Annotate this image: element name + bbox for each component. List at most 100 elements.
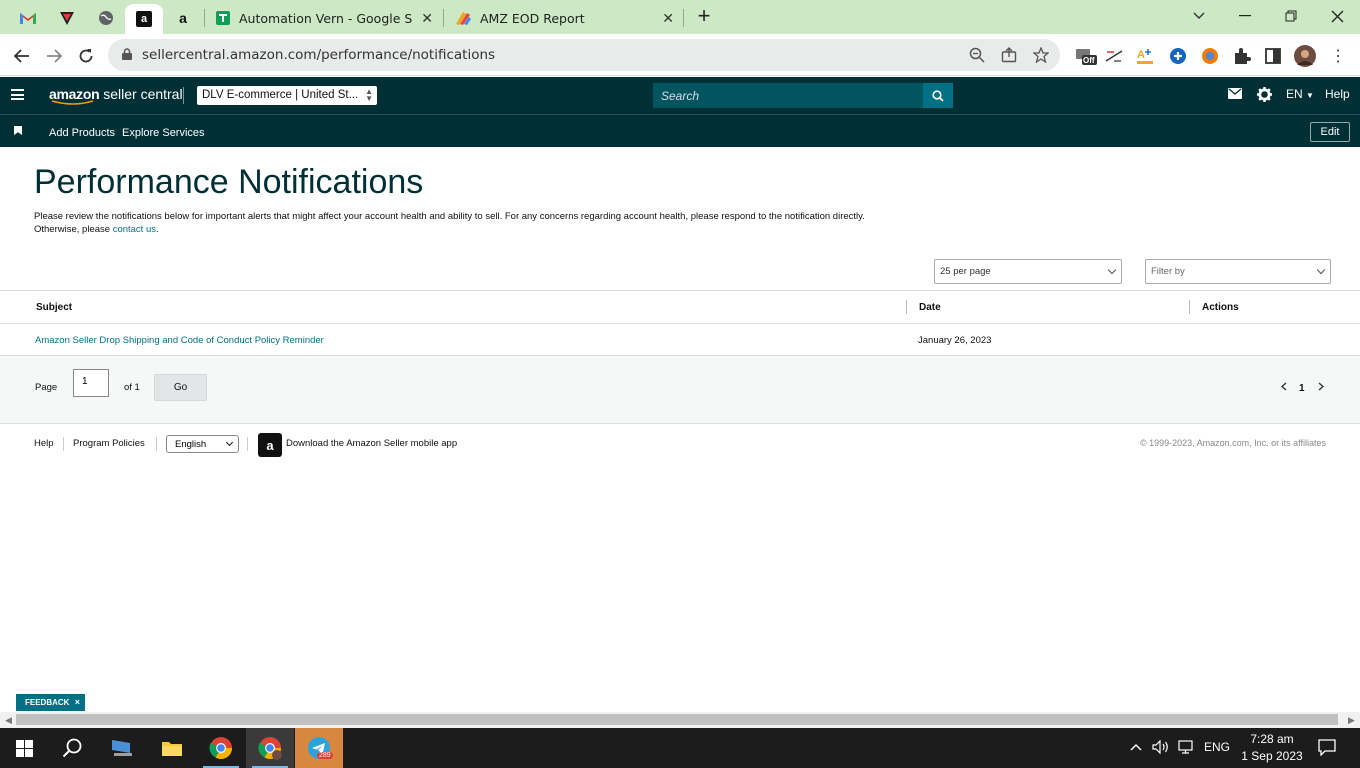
page-label: Page [35, 382, 58, 393]
seller-central-logo[interactable]: amazon seller central [49, 86, 183, 105]
address-bar[interactable]: sellercentral.amazon.com/performance/not… [108, 39, 1060, 71]
settings-gear-icon[interactable] [1257, 87, 1272, 105]
folder-icon [162, 742, 182, 756]
show-hidden-icons-chevron-icon[interactable] [1130, 740, 1142, 754]
helium-extension-icon[interactable] [1167, 45, 1189, 67]
url-text: sellercentral.amazon.com/performance/not… [142, 47, 496, 63]
chevron-down-icon [1316, 265, 1326, 275]
subject-header[interactable]: Subject [36, 302, 72, 313]
filter-select[interactable]: Filter by [1145, 259, 1331, 284]
zoom-icon[interactable] [968, 46, 986, 64]
google-sheets-icon [216, 11, 230, 25]
footer-help-link[interactable]: Help [34, 438, 54, 449]
language-code: EN [1286, 87, 1303, 101]
header-divider [183, 87, 184, 104]
feedback-button[interactable]: FEEDBACK × [16, 694, 85, 711]
scrollbar-thumb[interactable] [16, 714, 1338, 725]
notification-subject-link[interactable]: Amazon Seller Drop Shipping and Code of … [35, 335, 324, 346]
share-icon[interactable] [1000, 46, 1018, 64]
pinned-tab-2[interactable] [48, 4, 86, 32]
previous-page-icon[interactable] [1280, 382, 1287, 394]
date-header[interactable]: Date [919, 302, 941, 313]
actions-header: Actions [1202, 302, 1239, 313]
taskbar-chrome-2[interactable] [246, 728, 294, 768]
svg-text:A: A [1137, 49, 1145, 61]
contact-us-link[interactable]: contact us [113, 224, 156, 235]
footer-language-value: English [175, 439, 207, 450]
extension-off-badge: Off [1083, 56, 1095, 65]
next-page-icon[interactable] [1318, 382, 1325, 394]
restore-button[interactable] [1268, 0, 1314, 32]
bookmark-star-icon[interactable] [1032, 46, 1050, 64]
network-icon[interactable] [1178, 740, 1194, 757]
globe-icon [99, 11, 113, 25]
add-products-link[interactable]: Add Products [49, 127, 115, 139]
tab-title: AMZ EOD Report [480, 10, 585, 26]
scroll-left-arrow-icon[interactable]: ◀ [5, 715, 12, 726]
input-language[interactable]: ENG [1204, 740, 1230, 754]
start-button[interactable] [0, 728, 48, 768]
amazon-active-tab[interactable]: a [125, 4, 163, 34]
gmail-tab[interactable] [9, 4, 47, 32]
scroll-right-arrow-icon[interactable]: ▶ [1348, 715, 1355, 726]
of-pages-label: of 1 [124, 382, 140, 393]
hamburger-menu-icon[interactable] [11, 89, 24, 100]
explore-services-link[interactable]: Explore Services [122, 127, 205, 139]
taskbar-chrome-1[interactable] [197, 728, 245, 768]
search-button[interactable] [923, 83, 953, 108]
per-page-select[interactable]: 25 per page [934, 259, 1122, 284]
language-selector[interactable]: EN ▼ [1286, 87, 1314, 101]
program-policies-link[interactable]: Program Policies [73, 438, 145, 449]
keepa-extension-icon[interactable] [1199, 45, 1221, 67]
close-tab-icon[interactable]: ✕ [662, 10, 674, 27]
mail-icon[interactable] [1228, 88, 1242, 102]
footer-divider [63, 437, 64, 451]
pinned-tab-3[interactable] [87, 4, 125, 32]
bookmark-icon[interactable] [14, 126, 22, 135]
notification-center-icon[interactable] [1318, 739, 1336, 759]
caret-down-icon: ▼ [1306, 91, 1314, 100]
seller-search-input[interactable]: Search [653, 83, 923, 108]
taskbar-telegram[interactable]: 289 [295, 728, 343, 768]
taskbar-file-explorer[interactable] [148, 728, 196, 768]
download-app-link[interactable]: Download the Amazon Seller mobile app [286, 438, 457, 449]
tab-amz-eod-report[interactable]: AMZ EOD Report ✕ [444, 4, 684, 32]
account-name: DLV E-commerce | United St... [202, 89, 359, 101]
filter-placeholder: Filter by [1151, 266, 1185, 277]
extensions-puzzle-icon[interactable] [1231, 45, 1253, 67]
chrome-menu-icon[interactable]: ⋮ [1327, 45, 1349, 67]
tab-google-sheets[interactable]: Automation Vern - Google Sheets ✕ [205, 4, 443, 32]
amazon-smile-icon: a [179, 10, 187, 26]
taskbar-search-button[interactable] [48, 728, 96, 768]
login-extension-icon[interactable] [1103, 45, 1125, 67]
amazon-tab-2[interactable]: a [164, 4, 202, 32]
scout-extension-icon[interactable]: A [1135, 45, 1157, 67]
horizontal-scrollbar[interactable]: ◀ ▶ [0, 712, 1360, 728]
close-tab-icon[interactable]: ✕ [421, 10, 433, 27]
chevron-down-icon [225, 438, 234, 447]
volume-icon[interactable] [1152, 739, 1170, 757]
taskbar-app-desktop[interactable] [98, 728, 146, 768]
close-icon[interactable]: × [75, 697, 80, 707]
forward-button[interactable] [40, 42, 68, 70]
go-button[interactable]: Go [154, 374, 207, 401]
back-button[interactable] [8, 42, 36, 70]
seller-app-icon[interactable]: a [258, 433, 282, 457]
close-window-button[interactable] [1314, 0, 1360, 32]
page-number-input[interactable]: 1 [73, 369, 109, 397]
footer-language-select[interactable]: English [166, 435, 239, 453]
account-switcher[interactable]: DLV E-commerce | United St... ▲ ▼ [197, 86, 377, 105]
edit-button[interactable]: Edit [1310, 122, 1350, 142]
chrome-icon [209, 737, 232, 759]
side-panel-icon[interactable] [1262, 45, 1284, 67]
reload-button[interactable] [72, 42, 100, 70]
system-clock[interactable]: 7:28 am 1 Sep 2023 [1238, 731, 1306, 765]
current-page-number[interactable]: 1 [1299, 383, 1305, 394]
minimize-button[interactable] [1222, 0, 1268, 32]
profile-avatar[interactable] [1294, 45, 1316, 67]
tab-search-chevron-icon[interactable] [1176, 0, 1222, 32]
reload-icon [79, 49, 93, 63]
help-link[interactable]: Help [1325, 87, 1350, 101]
new-tab-button[interactable]: + [681, 0, 727, 32]
extension-off-icon[interactable]: Off [1074, 45, 1098, 67]
